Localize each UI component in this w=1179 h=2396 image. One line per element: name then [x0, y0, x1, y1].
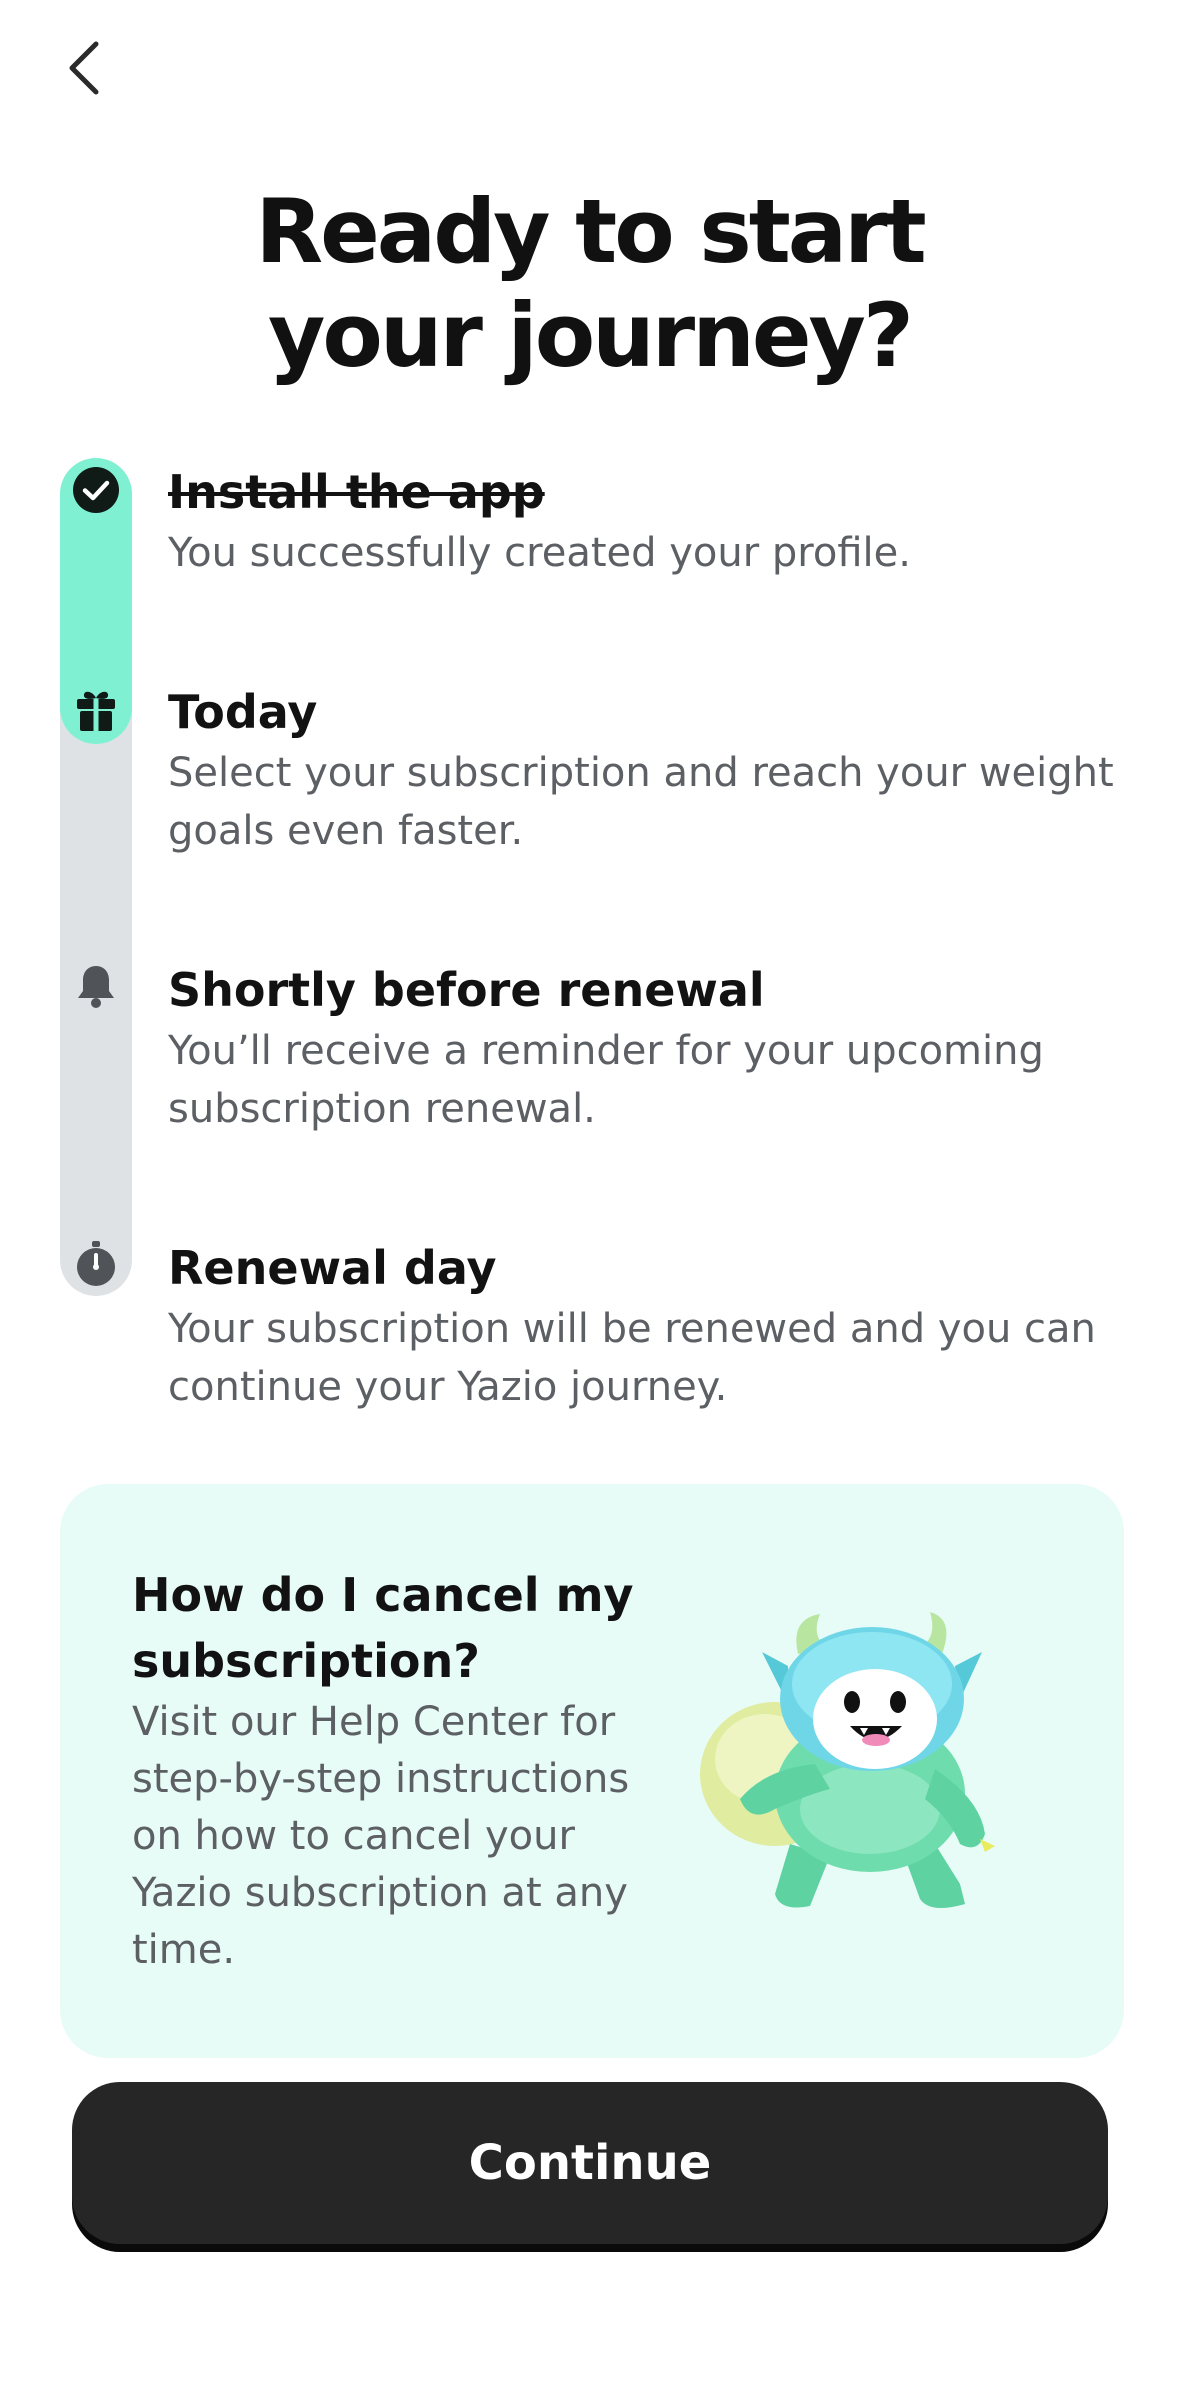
card-title: How do I cancel my subscription? [132, 1568, 634, 1688]
page-title: Ready to start your journey? [0, 180, 1179, 388]
gift-icon [72, 686, 120, 734]
timeline-step-before-renewal: Shortly before renewal You’ll receive a … [168, 960, 1128, 1138]
step-description: Select your subscription and reach your … [168, 750, 1114, 854]
step-description: Your subscription will be renewed and yo… [168, 1306, 1096, 1410]
yeti-mascot-illustration [700, 1612, 995, 1908]
check-circle-icon [72, 466, 120, 514]
stopwatch-icon [72, 1240, 120, 1288]
continue-button-label: Continue [468, 2135, 712, 2191]
step-title: Shortly before renewal [168, 963, 765, 1017]
step-title: Renewal day [168, 1241, 497, 1295]
timeline-step-renewal-day: Renewal day Your subscription will be re… [168, 1238, 1128, 1416]
step-description: You’ll receive a reminder for your upcom… [168, 1028, 1044, 1132]
continue-button[interactable]: Continue [72, 2082, 1108, 2244]
bell-icon [72, 962, 120, 1010]
title-line-2: your journey? [268, 284, 914, 387]
step-title: Install the app [168, 465, 545, 519]
back-button[interactable] [52, 28, 116, 108]
timeline-step-install: Install the app You successfully created… [168, 462, 1128, 582]
chevron-left-icon [69, 41, 99, 95]
timeline-step-today: Today Select your subscription and reach… [168, 682, 1128, 860]
step-title: Today [168, 685, 318, 739]
title-line-1: Ready to start [255, 180, 926, 283]
cancel-help-card: How do I cancel my subscription? Visit o… [60, 1484, 1124, 2058]
onboarding-screen: Ready to start your journey? Install the… [0, 0, 1179, 2396]
card-description: Visit our Help Center for step-by-step i… [132, 1699, 630, 1973]
step-description: You successfully created your profile. [168, 530, 911, 576]
